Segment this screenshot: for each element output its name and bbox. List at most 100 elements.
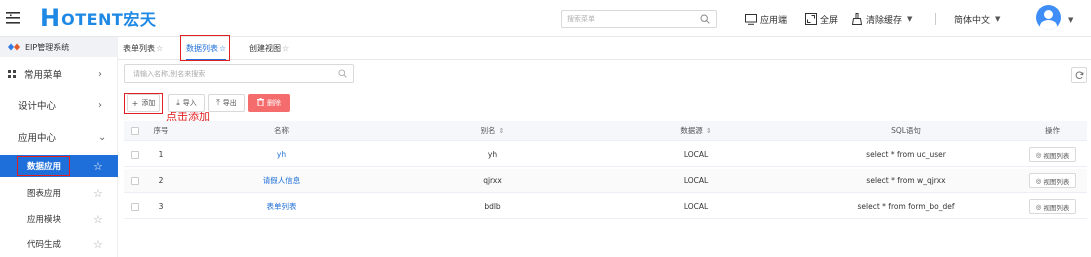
fullscreen-button[interactable]: 全屏 <box>805 11 838 27</box>
row-source: LOCAL <box>683 202 709 211</box>
sidebar-group-label: 设计中心 <box>18 101 57 112</box>
app-end-button[interactable]: 应用端 <box>745 11 787 27</box>
row-sql: select * from uc_user <box>866 150 946 159</box>
view-list-button[interactable]: ◎ 视图列表 <box>1028 147 1077 162</box>
eip-logo-icon <box>8 43 20 51</box>
chevron-right-icon: › <box>98 68 102 80</box>
row-source: LOCAL <box>683 150 709 159</box>
star-icon[interactable]: ☆ <box>282 44 289 53</box>
star-icon[interactable]: ☆ <box>93 187 103 200</box>
row-name-link[interactable]: 请假人信息 <box>176 169 387 192</box>
logo-text: OTENT宏天 <box>61 10 157 29</box>
trash-icon <box>257 98 264 108</box>
monitor-icon <box>745 13 757 25</box>
export-icon: ⤒ <box>216 98 220 107</box>
sort-icon[interactable]: ⇕ <box>706 127 712 135</box>
table-row: 3 表单列表 bdlb LOCAL select * from form_bo_… <box>124 195 1087 219</box>
top-header: H OTENT宏天 应用端 全屏 清除缓存 ▼ 简体中文 <box>0 0 1091 37</box>
language-dropdown[interactable]: 简体中文 ▼ <box>954 11 1000 27</box>
logo-mark: H <box>40 4 61 32</box>
list-search-box[interactable] <box>124 64 354 83</box>
eye-icon: ◎ <box>1035 202 1042 211</box>
star-icon[interactable]: ☆ <box>93 160 103 173</box>
export-button-label: 导出 <box>222 99 237 107</box>
sidebar-item-app-module[interactable]: 应用模块 ☆ <box>0 208 118 230</box>
table-header-row: 序号 名称 别名 ⇕ 数据源 ⇕ SQL语句 操作 <box>124 121 1087 141</box>
search-icon[interactable] <box>700 14 710 24</box>
app-end-label: 应用端 <box>760 15 788 26</box>
star-icon[interactable]: ☆ <box>156 44 163 53</box>
chevron-right-icon: › <box>98 99 102 111</box>
export-button[interactable]: ⤒ 导出 <box>208 94 245 112</box>
system-title: EIP管理系统 <box>0 37 118 57</box>
row-sql: select * from w_qjrxx <box>866 176 946 185</box>
clear-cache-label: 清除缓存 <box>866 15 903 26</box>
fullscreen-icon <box>805 13 817 25</box>
sidebar-group-common[interactable]: 常用菜单 › <box>0 62 118 86</box>
user-menu-toggle[interactable]: ▼ <box>1068 12 1073 28</box>
row-name-link[interactable]: 表单列表 <box>176 195 387 218</box>
refresh-button[interactable] <box>1071 67 1087 83</box>
sort-icon[interactable]: ⇕ <box>499 127 505 135</box>
header-divider <box>935 13 936 25</box>
row-index: 2 <box>158 176 164 185</box>
row-checkbox[interactable] <box>131 202 139 211</box>
row-sql: select * from form_bo_def <box>857 202 955 211</box>
select-all-checkbox[interactable] <box>131 126 139 135</box>
view-list-label: 视图列表 <box>1043 177 1070 186</box>
language-label: 简体中文 <box>954 15 991 26</box>
import-button-label: 导入 <box>182 99 197 107</box>
row-checkbox[interactable] <box>131 150 139 159</box>
menu-search-input[interactable] <box>562 11 692 27</box>
import-button[interactable]: ⤓ 导入 <box>168 94 205 112</box>
highlight-box <box>180 35 230 61</box>
sidebar-item-data-app[interactable]: 数据应用 ☆ <box>0 155 118 177</box>
tab-label: 表单列表 <box>123 44 155 53</box>
grid-icon <box>8 70 16 78</box>
col-source[interactable]: 数据源 ⇕ <box>598 121 794 140</box>
star-icon[interactable]: ☆ <box>93 238 103 251</box>
caret-down-icon: ▼ <box>995 15 1001 23</box>
row-alias: qjrxx <box>483 176 502 185</box>
highlight-box <box>17 156 70 176</box>
tab-form-list[interactable]: 表单列表 ☆ <box>123 37 163 60</box>
eye-icon: ◎ <box>1035 176 1042 185</box>
table-row: 1 yh yh LOCAL select * from uc_user ◎ 视图列… <box>124 143 1087 167</box>
user-avatar[interactable] <box>1036 5 1061 30</box>
sidebar-group-label: 应用中心 <box>18 133 57 144</box>
col-sql: SQL语句 <box>891 126 921 135</box>
delete-button[interactable]: 删除 <box>248 94 290 112</box>
sidebar-item-label: 代码生成 <box>27 240 62 250</box>
menu-search-box[interactable] <box>561 10 717 28</box>
col-alias-label: 别名 <box>480 126 496 135</box>
table-row: 2 请假人信息 qjrxx LOCAL select * from w_qjrx… <box>124 169 1087 193</box>
col-alias[interactable]: 别名 ⇕ <box>387 121 598 140</box>
sidebar-item-codegen[interactable]: 代码生成 ☆ <box>0 233 118 255</box>
col-index: 序号 <box>153 126 169 135</box>
sidebar-group-label: 常用菜单 <box>24 70 63 81</box>
sidebar-item-chart-app[interactable]: 图表应用 ☆ <box>0 182 118 204</box>
row-index: 3 <box>158 202 164 211</box>
row-checkbox[interactable] <box>131 176 139 185</box>
view-list-label: 视图列表 <box>1043 203 1070 212</box>
sidebar-group-design[interactable]: 设计中心 › <box>0 93 118 117</box>
col-action: 操作 <box>1045 126 1060 135</box>
row-name-link[interactable]: yh <box>176 143 387 166</box>
chevron-down-icon: ⌄ <box>98 131 107 143</box>
clear-cache-dropdown[interactable]: 清除缓存 ▼ <box>851 11 912 27</box>
list-search-input[interactable] <box>125 65 325 82</box>
caret-down-icon: ▼ <box>1068 16 1074 24</box>
menu-toggle-icon[interactable] <box>6 11 20 25</box>
view-list-button[interactable]: ◎ 视图列表 <box>1028 173 1077 188</box>
col-source-label: 数据源 <box>680 126 703 135</box>
search-icon[interactable] <box>338 69 347 78</box>
tab-label: 创建视图 <box>249 44 281 53</box>
sidebar-item-label: 图表应用 <box>27 189 62 199</box>
highlight-box <box>124 93 163 114</box>
star-icon[interactable]: ☆ <box>93 213 103 226</box>
import-icon: ⤓ <box>176 98 180 107</box>
view-list-button[interactable]: ◎ 视图列表 <box>1028 199 1077 214</box>
sidebar-group-app-center[interactable]: 应用中心 ⌄ <box>0 125 118 149</box>
tab-create-view[interactable]: 创建视图 ☆ <box>249 37 289 60</box>
row-alias: bdlb <box>484 202 501 211</box>
